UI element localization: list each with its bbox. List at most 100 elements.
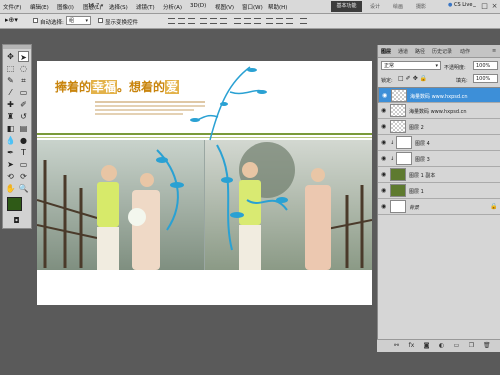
layer-row[interactable]: ◉ 图层 1 副本 [378,167,500,183]
align-left-icon[interactable] [200,18,207,24]
layer-row[interactable]: ◉ ↓ 图层 3 [378,151,500,167]
close-button[interactable]: × [490,1,499,11]
trash-icon[interactable]: 🗑 [483,342,491,349]
menu-help[interactable]: 帮助(H) [268,3,287,11]
menu-3d[interactable]: 3D(D) [190,3,206,9]
headline: 捧着的幸福。想着的爱 [55,78,180,95]
eye-icon[interactable]: ◉ [382,93,388,99]
menu-select[interactable]: 选择(S) [109,3,128,11]
menu-analysis[interactable]: 分析(A) [163,3,182,11]
gradient-tool-icon[interactable]: ▤ [18,123,29,134]
blur-tool-icon[interactable]: 💧 [5,135,16,146]
menu-view[interactable]: 视图(V) [215,3,234,11]
clone-stamp-tool-icon[interactable]: ♜ [5,111,16,122]
lock-icons[interactable]: □✐✥🔒 [398,75,429,82]
minimize-button[interactable]: – [470,1,479,11]
type-tool-icon[interactable]: T [18,147,29,158]
path-select-tool-icon[interactable]: ➤ [5,159,16,170]
align-right-icon[interactable] [220,18,227,24]
workspace-essentials-button[interactable]: 基本功能 [331,1,362,12]
align-bottom-icon[interactable] [188,18,195,24]
tab-history[interactable]: 历史记录 [432,48,452,55]
eye-icon[interactable]: ◉ [381,140,387,146]
eye-icon[interactable]: ◉ [381,172,387,178]
distribute-right-icon[interactable] [286,18,293,24]
quick-select-tool-icon[interactable]: ✎ [5,75,16,86]
eyedropper-tool-icon[interactable]: ⁄ [5,87,16,98]
3d-rotate-tool-icon[interactable]: ⟲ [5,171,16,182]
move-tool-active-icon[interactable]: ➤ [18,51,29,62]
history-brush-tool-icon[interactable]: ↺ [18,111,29,122]
eye-icon[interactable]: ◉ [381,124,387,130]
layer-row[interactable]: ◉ 图层 2 [378,119,500,135]
eye-icon[interactable]: ◉ [381,204,387,210]
zoom-dropdown[interactable]: 16.7 ▾ [88,2,110,11]
healing-brush-tool-icon[interactable]: ✚ [5,99,16,110]
crop-tool-icon[interactable]: ⌗ [18,75,29,86]
tab-layers[interactable]: 图层 [381,48,391,55]
eye-icon[interactable]: ◉ [381,188,387,194]
align-hcenter-icon[interactable] [210,18,217,24]
tab-channels[interactable]: 通道 [398,48,408,55]
layer-name: 图层 4 [415,141,430,147]
show-transform-checkbox[interactable] [98,18,103,23]
3d-orbit-tool-icon[interactable]: ⟳ [18,171,29,182]
align-top-icon[interactable] [168,18,175,24]
folder-icon[interactable]: ▭ [453,342,460,349]
toolbox-grip[interactable] [3,45,31,49]
fill-input[interactable]: 100% [473,74,498,83]
workspace-design[interactable]: 设计 [370,3,380,10]
menu-edit[interactable]: 编辑(E) [30,3,49,11]
decorative-vine [190,62,280,142]
tab-actions[interactable]: 动作 [460,48,470,55]
maximize-button[interactable]: □ [480,1,489,11]
hand-tool-icon[interactable]: ✋ [5,183,16,194]
zoom-tool-icon[interactable]: 🔍 [18,183,29,194]
shape-tool-icon[interactable]: ▭ [18,159,29,170]
foreground-color-swatch[interactable] [7,197,22,211]
menu-window[interactable]: 窗口(W) [242,3,263,11]
distribute-hcenter-icon[interactable] [276,18,283,24]
cs-live-button[interactable]: ● CS Live [448,2,472,8]
distribute-vcenter-icon[interactable] [244,18,251,24]
layer-row[interactable]: ◉ 图层 1 [378,183,500,199]
distribute-top-icon[interactable] [234,18,241,24]
panel-menu-icon[interactable]: ≡ [492,48,496,54]
distribute-bottom-icon[interactable] [254,18,261,24]
layer-row[interactable]: ◉ ↓ 图层 4 [378,135,500,151]
layer-row[interactable]: ◉ 海量数码 www.hxpsd.cn [378,103,500,119]
menu-file[interactable]: 文件(F) [3,3,21,11]
marquee-tool-icon[interactable]: ⬚ [5,63,16,74]
brush-tool-icon[interactable]: ✐ [18,99,29,110]
eraser-tool-icon[interactable]: ◧ [5,123,16,134]
move-tool-icon[interactable]: ✥ [5,51,16,62]
link-icon[interactable]: ⚯ [393,342,400,349]
distribute-left-icon[interactable] [266,18,273,24]
workspace-painting[interactable]: 绘画 [393,3,403,10]
pen-tool-icon[interactable]: ✒ [5,147,16,158]
fx-icon[interactable]: fx [408,342,415,349]
eye-icon[interactable]: ◉ [381,108,387,114]
move-tool-preset-icon[interactable]: ▸⊕▾ [5,16,18,24]
menu-filter[interactable]: 滤镜(T) [136,3,155,11]
adjust-icon[interactable]: ◐ [438,342,445,349]
lasso-tool-icon[interactable]: ◌ [18,63,29,74]
workspace-photography[interactable]: 摄影 [416,3,426,10]
layer-row[interactable]: ◉ 背景 🔒 [378,199,500,215]
align-vcenter-icon[interactable] [178,18,185,24]
new-layer-icon[interactable]: ❐ [468,342,475,349]
dodge-tool-icon[interactable]: ● [18,135,29,146]
menu-image[interactable]: 图像(I) [57,3,74,11]
auto-select-checkbox[interactable] [33,18,38,23]
layers-panel-footer: ⚯ fx ◙ ◐ ▭ ❐ 🗑 [377,339,500,352]
opacity-input[interactable]: 100% [473,61,498,70]
tab-paths[interactable]: 路径 [415,48,425,55]
auto-align-icon[interactable] [300,18,307,24]
mask-icon[interactable]: ◙ [423,342,430,349]
quick-mask-icon[interactable]: ◘ [11,215,22,226]
auto-select-dropdown[interactable]: 组 ▾ [66,16,91,25]
layer-row[interactable]: ◉ 海量数码 www.hxpsd.cn [378,87,500,103]
eye-icon[interactable]: ◉ [381,156,387,162]
ruler-tool-icon[interactable]: ▭ [18,87,29,98]
blend-mode-dropdown[interactable]: 正常 ▾ [381,61,441,70]
